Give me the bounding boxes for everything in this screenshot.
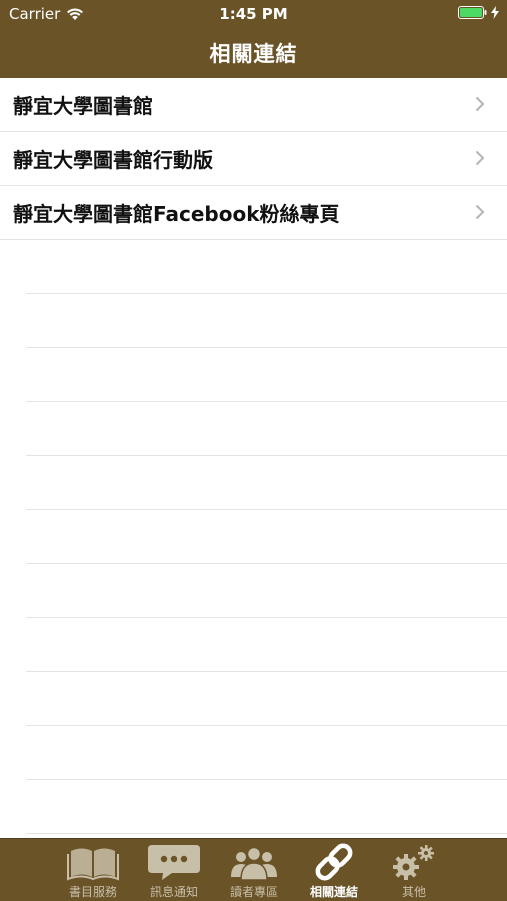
tab-label: 讀者專區 — [229, 885, 278, 899]
link-row-library-mobile[interactable]: 靜宜大學圖書館行動版 — [0, 132, 507, 186]
chevron-right-icon — [475, 150, 485, 166]
tab-label: 其他 — [401, 885, 426, 899]
tab-notifications[interactable]: 訊息通知 — [136, 843, 212, 899]
tab-links[interactable]: 相關連結 — [296, 843, 372, 899]
link-row-library-facebook[interactable]: 靜宜大學圖書館Facebook粉絲專頁 — [0, 186, 507, 240]
empty-row — [26, 456, 507, 510]
link-label: 靜宜大學圖書館Facebook粉絲專頁 — [13, 202, 340, 226]
tab-other[interactable]: 其他 — [376, 843, 452, 899]
status-time: 1:45 PM — [219, 5, 288, 23]
link-icon — [315, 843, 353, 881]
links-list: 靜宜大學圖書館 靜宜大學圖書館行動版 靜宜大學圖書館Facebook粉絲專頁 — [0, 78, 507, 838]
link-label: 靜宜大學圖書館 — [13, 94, 153, 118]
tab-label: 訊息通知 — [149, 885, 198, 899]
empty-row — [26, 564, 507, 618]
link-row-library[interactable]: 靜宜大學圖書館 — [0, 78, 507, 132]
chat-bubble-icon — [148, 845, 200, 880]
empty-row — [26, 726, 507, 780]
gears-icon — [393, 845, 434, 880]
empty-row — [26, 672, 507, 726]
chevron-right-icon — [475, 204, 485, 220]
empty-row — [26, 402, 507, 456]
empty-row — [26, 240, 507, 294]
tab-label: 書目服務 — [68, 885, 117, 899]
tab-readers[interactable]: 讀者專區 — [216, 843, 292, 899]
book-icon — [67, 848, 119, 881]
status-bar: Carrier 1:45 PM — [0, 0, 507, 26]
link-label: 靜宜大學圖書館行動版 — [13, 148, 213, 172]
empty-row — [26, 294, 507, 348]
users-icon — [231, 846, 277, 881]
empty-row — [26, 510, 507, 564]
chevron-right-icon — [475, 96, 485, 112]
empty-row — [26, 780, 507, 834]
tab-catalog[interactable]: 書目服務 — [55, 843, 131, 899]
page-title: 相關連結 — [209, 42, 298, 66]
empty-row — [26, 348, 507, 402]
charging-bolt-icon — [491, 6, 499, 19]
tab-bar: 書目服務 訊息通知 讀者專區 相關連結 其他 — [0, 838, 507, 901]
empty-row — [26, 618, 507, 672]
navigation-bar: 相關連結 — [0, 26, 507, 78]
battery-indicator — [458, 6, 499, 19]
tab-label: 相關連結 — [309, 885, 358, 899]
battery-icon — [458, 6, 487, 19]
